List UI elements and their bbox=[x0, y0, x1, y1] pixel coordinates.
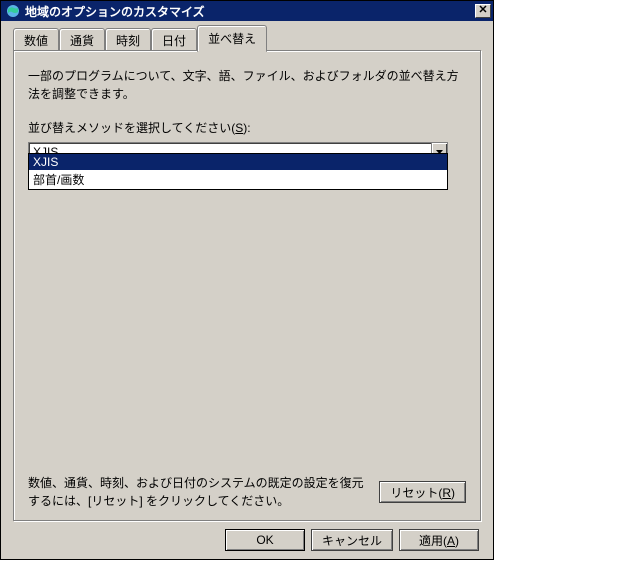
tab-currency[interactable]: 通貨 bbox=[59, 28, 105, 52]
sort-description: 一部のプログラムについて、文字、語、ファイル、およびフォルダの並べ替え方法を調整… bbox=[28, 67, 466, 103]
dialog-button-bar: OK キャンセル 適用(A) bbox=[225, 529, 479, 551]
button-access-key: A bbox=[447, 534, 455, 548]
sort-method-dropdown-list[interactable]: XJIS 部首/画数 bbox=[28, 153, 448, 190]
globe-icon bbox=[5, 3, 21, 19]
tab-label: 並べ替え bbox=[208, 32, 256, 46]
client-area: 数値 通貨 時刻 日付 並べ替え 一部のプログラムについて、文字、語、ファイル、… bbox=[3, 23, 491, 557]
close-icon: ✕ bbox=[478, 4, 487, 16]
tab-label: 日付 bbox=[162, 34, 186, 48]
button-label: キャンセル bbox=[322, 534, 382, 548]
sort-method-label: 並び替えメソッドを選択してください(S): bbox=[28, 119, 466, 136]
window-title: 地域のオプションのカスタマイズ bbox=[25, 3, 475, 20]
tab-number[interactable]: 数値 bbox=[13, 28, 59, 52]
dropdown-option-xjis[interactable]: XJIS bbox=[29, 154, 447, 170]
reset-button[interactable]: リセット(R) bbox=[379, 481, 466, 503]
tab-time[interactable]: 時刻 bbox=[105, 28, 151, 52]
titlebar[interactable]: 地域のオプションのカスタマイズ ✕ bbox=[1, 1, 493, 21]
tab-label: 時刻 bbox=[116, 34, 140, 48]
button-label: OK bbox=[256, 533, 273, 547]
reset-area: 数値、通貨、時刻、および日付のシステムの既定の設定を復元するには、[リセット] … bbox=[28, 474, 466, 510]
close-button[interactable]: ✕ bbox=[475, 4, 491, 18]
button-label: 適用( bbox=[419, 534, 447, 548]
ok-button[interactable]: OK bbox=[225, 529, 305, 551]
tab-label: 通貨 bbox=[70, 34, 94, 48]
reset-description: 数値、通貨、時刻、および日付のシステムの既定の設定を復元するには、[リセット] … bbox=[28, 474, 379, 510]
tab-label: 数値 bbox=[24, 34, 48, 48]
tab-panel-sort: 一部のプログラムについて、文字、語、ファイル、およびフォルダの並べ替え方法を調整… bbox=[13, 50, 481, 521]
dropdown-option-radical-stroke[interactable]: 部首/画数 bbox=[29, 170, 447, 189]
tab-date[interactable]: 日付 bbox=[151, 28, 197, 52]
tab-sort[interactable]: 並べ替え bbox=[197, 25, 267, 52]
button-label: ) bbox=[451, 486, 455, 500]
button-label: リセット( bbox=[390, 486, 442, 500]
button-label: ) bbox=[455, 534, 459, 548]
label-text: 並び替えメソッドを選択してください( bbox=[28, 121, 235, 135]
apply-button[interactable]: 適用(A) bbox=[399, 529, 479, 551]
dialog-window: 地域のオプションのカスタマイズ ✕ 数値 通貨 時刻 日付 並べ替え 一部のプロ… bbox=[0, 0, 494, 560]
option-label: 部首/画数 bbox=[33, 173, 84, 187]
tab-strip: 数値 通貨 時刻 日付 並べ替え bbox=[13, 29, 267, 51]
button-access-key: R bbox=[442, 486, 451, 500]
cancel-button[interactable]: キャンセル bbox=[311, 529, 393, 551]
label-text: ): bbox=[243, 121, 250, 135]
option-label: XJIS bbox=[33, 155, 58, 169]
